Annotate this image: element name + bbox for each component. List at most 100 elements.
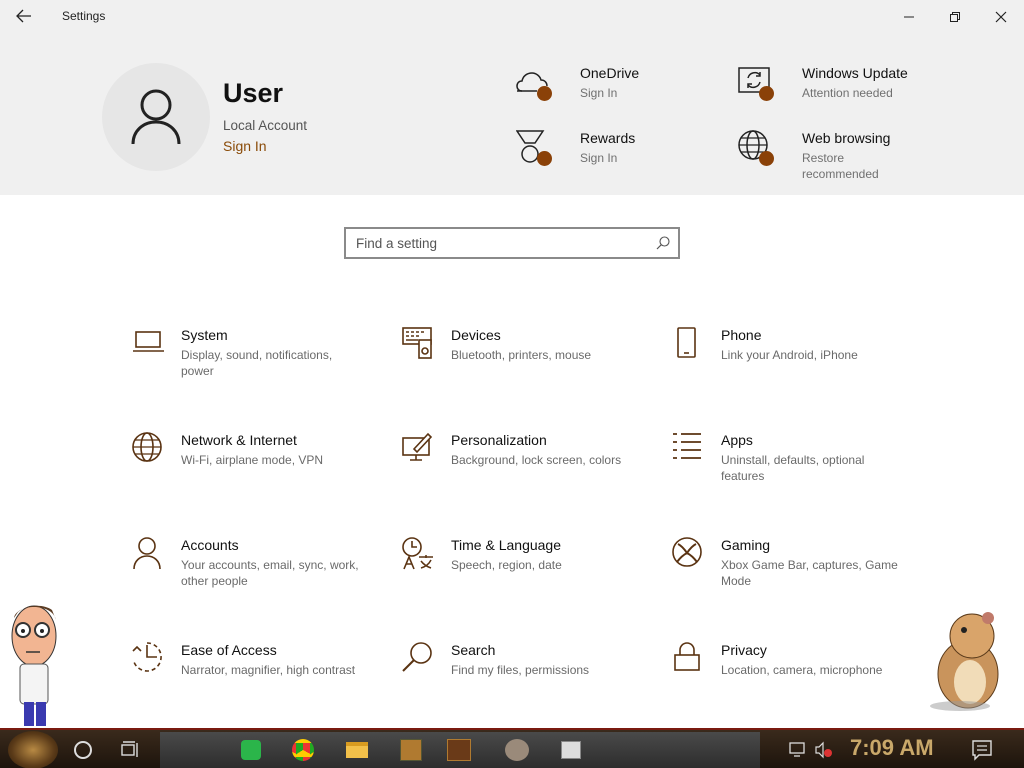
- header-item-windows-update[interactable]: Windows Update Attention needed: [738, 65, 938, 109]
- clock[interactable]: 7:09 AM: [850, 735, 934, 761]
- category-subtitle: Wi-Fi, airplane mode, VPN: [181, 453, 324, 467]
- category-subtitle: Display, sound, notifications, power: [181, 348, 333, 378]
- category-title: Apps: [721, 432, 753, 448]
- category-phone[interactable]: Phone Link your Android, iPhone: [672, 327, 912, 407]
- minimize-button[interactable]: [886, 0, 932, 33]
- restore-icon: [950, 11, 960, 22]
- paint-icon: [402, 432, 433, 461]
- file-explorer-icon[interactable]: [342, 736, 372, 764]
- category-personalization[interactable]: Personalization Background, lock screen,…: [402, 432, 642, 512]
- volume-muted-icon: [815, 741, 824, 759]
- spotify-icon[interactable]: [236, 736, 266, 764]
- status-badge: [759, 86, 774, 101]
- category-accounts[interactable]: Accounts Your accounts, email, sync, wor…: [132, 537, 372, 617]
- header-item-subtitle: Restore recommended: [802, 151, 879, 181]
- taskbar-apps: [160, 732, 760, 768]
- cartoon-character-decoration: [11, 605, 57, 726]
- category-subtitle: Background, lock screen, colors: [451, 453, 622, 467]
- ease-of-access-icon: [132, 642, 162, 672]
- laptop-icon: [133, 331, 164, 352]
- start-button[interactable]: [8, 731, 58, 768]
- category-system[interactable]: System Display, sound, notifications, po…: [132, 327, 372, 407]
- category-network-internet[interactable]: Network & Internet Wi-Fi, airplane mode,…: [132, 432, 372, 512]
- task-view-icon[interactable]: [120, 740, 140, 760]
- chrome-icon[interactable]: [288, 736, 318, 764]
- header-item-onedrive[interactable]: OneDrive Sign In: [516, 65, 706, 109]
- avatar[interactable]: [102, 63, 210, 171]
- category-subtitle: Uninstall, defaults, optional features: [721, 453, 865, 483]
- account-type: Local Account: [223, 118, 308, 133]
- status-badge: [537, 86, 552, 101]
- category-title: Gaming: [721, 537, 771, 553]
- search-input[interactable]: [346, 229, 646, 257]
- header-item-subtitle: Sign In: [580, 151, 618, 165]
- status-badge: [537, 151, 552, 166]
- category-title: Personalization: [451, 432, 547, 448]
- category-subtitle: Your accounts, email, sync, work, other …: [181, 558, 359, 588]
- game-icon-2[interactable]: [444, 736, 474, 764]
- minimize-icon: [904, 16, 914, 17]
- category-title: Time & Language: [451, 537, 561, 553]
- category-subtitle: Xbox Game Bar, captures, Game Mode: [721, 558, 898, 588]
- header-item-web-browsing[interactable]: Web browsing Restore recommended: [738, 130, 938, 181]
- category-title: Search: [451, 642, 496, 658]
- hamster-decoration: [930, 612, 999, 711]
- game-icon-3[interactable]: [502, 736, 532, 764]
- xbox-icon: [672, 537, 702, 567]
- search-box[interactable]: [344, 227, 680, 259]
- title-bar: Settings: [0, 0, 1024, 33]
- status-badge: [759, 151, 774, 166]
- user-name: User: [223, 78, 284, 108]
- category-subtitle: Location, camera, microphone: [721, 663, 883, 677]
- header-item-title: Web browsing: [802, 130, 891, 146]
- category-search[interactable]: Search Find my files, permissions: [402, 642, 642, 722]
- sign-in-link[interactable]: Sign In: [223, 138, 267, 154]
- header-item-title: OneDrive: [580, 65, 640, 81]
- app-icon[interactable]: [556, 736, 586, 764]
- back-button[interactable]: [8, 4, 40, 28]
- category-subtitle: Narrator, magnifier, high contrast: [181, 663, 356, 677]
- close-icon: [995, 11, 1007, 22]
- arrow-left-icon: [16, 9, 31, 23]
- cloud-icon: [516, 72, 548, 92]
- medal-icon: [516, 130, 545, 163]
- notification-icon[interactable]: [970, 738, 994, 762]
- category-apps[interactable]: Apps Uninstall, defaults, optional featu…: [672, 432, 912, 512]
- category-title: System: [181, 327, 228, 343]
- maximize-button[interactable]: [932, 0, 978, 33]
- category-title: Ease of Access: [181, 642, 277, 658]
- category-gaming[interactable]: Gaming Xbox Game Bar, captures, Game Mod…: [672, 537, 912, 617]
- search-icon[interactable]: [656, 236, 670, 250]
- header-item-rewards[interactable]: Rewards Sign In: [516, 130, 706, 174]
- category-subtitle: Find my files, permissions: [451, 663, 590, 677]
- game-icon[interactable]: [396, 736, 426, 764]
- lock-icon: [674, 642, 700, 671]
- header-item-subtitle: Sign In: [580, 86, 618, 100]
- category-devices[interactable]: Devices Bluetooth, printers, mouse: [402, 327, 642, 407]
- phone-icon: [677, 327, 696, 358]
- category-privacy[interactable]: Privacy Location, camera, microphone: [672, 642, 912, 722]
- category-title: Network & Internet: [181, 432, 297, 448]
- close-button[interactable]: [978, 0, 1024, 33]
- system-tray[interactable]: [784, 740, 844, 760]
- category-title: Accounts: [181, 537, 239, 553]
- time-language-icon: [402, 537, 433, 570]
- category-title: Devices: [451, 327, 501, 343]
- category-subtitle: Speech, region, date: [451, 558, 562, 572]
- header-item-subtitle: Attention needed: [802, 86, 893, 100]
- account-header: User Local Account Sign In OneDrive Sign…: [0, 33, 1024, 195]
- header-item-title: Rewards: [580, 130, 636, 146]
- category-subtitle: Bluetooth, printers, mouse: [451, 348, 592, 362]
- cortana-icon[interactable]: [74, 741, 92, 759]
- network-icon: [789, 742, 805, 754]
- taskbar: 7:09 AM: [0, 728, 1024, 768]
- header-item-title: Windows Update: [802, 65, 908, 81]
- category-ease-of-access[interactable]: Ease of Access Narrator, magnifier, high…: [132, 642, 372, 722]
- globe-icon: [132, 432, 162, 462]
- devices-icon: [402, 327, 432, 359]
- globe-icon: [738, 130, 768, 160]
- window-title: Settings: [62, 9, 106, 23]
- apps-list-icon: [673, 433, 701, 459]
- category-title: Phone: [721, 327, 762, 343]
- category-time-language[interactable]: Time & Language Speech, region, date: [402, 537, 642, 617]
